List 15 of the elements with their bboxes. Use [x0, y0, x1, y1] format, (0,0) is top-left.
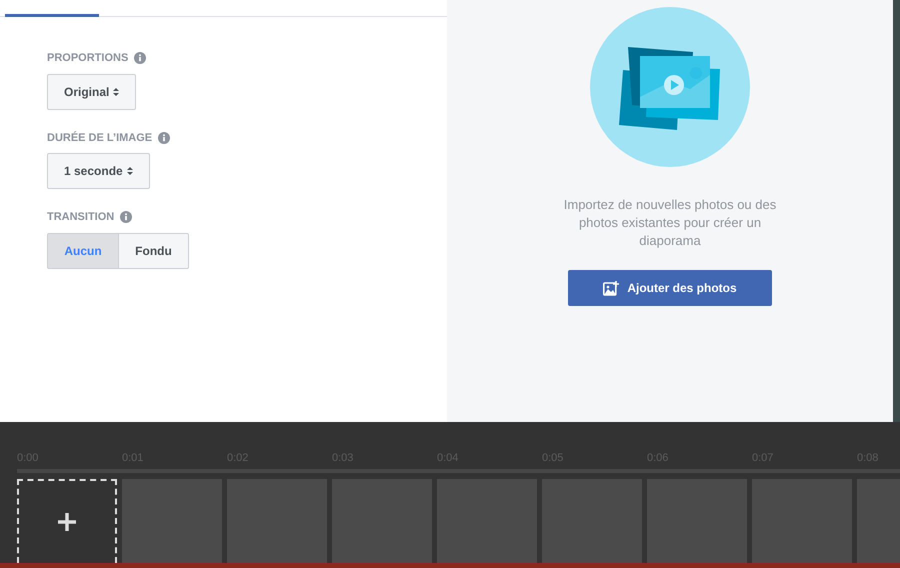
dropdown-button[interactable]: 1 seconde [47, 153, 150, 189]
info-icon[interactable] [120, 211, 132, 224]
plus-icon [57, 512, 77, 532]
setting-label: DURÉE DE L’IMAGE [47, 130, 152, 146]
empty-state-message: Importez de nouvelles photos ou des photos existantes pour créer un diaporama [562, 196, 778, 250]
setting-label: PROPORTIONS [47, 51, 128, 66]
segment-option[interactable]: Fondu [119, 232, 189, 268]
setting-label: TRANSITION [47, 210, 114, 225]
add-photos-button[interactable]: Ajouter des photos [568, 270, 772, 306]
info-icon[interactable] [158, 132, 170, 144]
dropdown-button[interactable]: Original [47, 74, 136, 110]
info-icon[interactable] [134, 52, 146, 64]
sort-caret-icon [113, 88, 120, 96]
sort-caret-icon [126, 167, 133, 175]
add-photo-icon [603, 280, 620, 296]
